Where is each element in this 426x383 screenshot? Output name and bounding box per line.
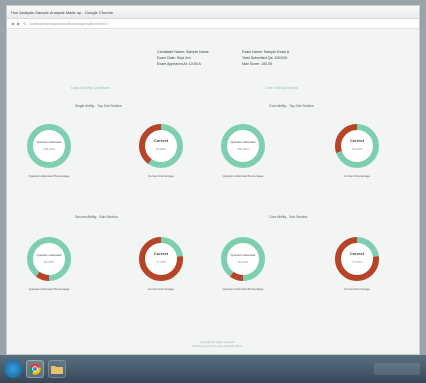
attended-donut-chart: Question Attended 90.00%	[219, 235, 267, 283]
donut-label: Correct	[153, 138, 169, 143]
donut-value: 40.00%	[155, 147, 167, 151]
donut-label: Correct	[349, 251, 365, 256]
forward-icon[interactable]: ▶	[17, 21, 20, 26]
window-title: Hue Analysis Sample Analysis Made up - G…	[11, 9, 114, 15]
summary-row: Exam Date: Sept 2xx	[157, 56, 191, 60]
desktop-screen: Hue Analysis Sample Analysis Made up - G…	[0, 0, 426, 383]
donut-label: Question Attended	[230, 140, 256, 144]
donut-value: 90.00%	[43, 260, 55, 264]
donut-label: Question Attended	[230, 253, 256, 257]
donut-label: Correct	[349, 138, 365, 143]
donut-caption: Question Attended Percentage	[28, 174, 70, 178]
donut-track	[27, 124, 71, 168]
donut-value: 90.00%	[237, 260, 249, 264]
summary-row: Exam Name: Sample Exam A	[242, 50, 290, 54]
folder-icon[interactable]	[48, 360, 66, 378]
chrome-icon[interactable]	[26, 360, 44, 378]
group-title: Core Ability - Sub Section	[269, 215, 308, 219]
correct-donut-chart: Correct 40.00%	[137, 122, 185, 170]
donut-value: 100.00%	[43, 147, 55, 151]
correct-donut-chart: Correct 77.00%	[333, 235, 381, 283]
section-title-right: Core Skill Questions	[265, 86, 298, 90]
donut-caption: Correct Percentage	[147, 287, 174, 291]
page-footer: Copyright All rights reserved Product po…	[157, 340, 277, 348]
donut-caption: Correct Percentage	[147, 174, 174, 178]
donut-value: 77.00%	[155, 260, 167, 264]
donut-caption: Question Attended Percentage	[222, 287, 264, 291]
system-tray[interactable]	[374, 363, 420, 375]
page-content: Candidate Name: Sample Name Exam Name: S…	[7, 30, 419, 354]
donut-label: Question Attended	[36, 140, 62, 144]
url-text[interactable]: localhost/hue/analysis/result/summary/re…	[30, 22, 109, 26]
taskbar	[0, 355, 426, 383]
attended-donut-chart: Question Attended 100.00%	[219, 122, 267, 170]
donut-track	[27, 237, 71, 281]
donut-track	[221, 124, 265, 168]
summary-info: Candidate Name: Sample Name Exam Name: S…	[157, 50, 317, 66]
donut-caption: Question Attended Percentage	[222, 174, 264, 178]
group-title: Single Ability - Top Sub Section	[75, 104, 122, 108]
donut-caption: Correct Percentage	[343, 287, 370, 291]
summary-row: Candidate Name: Sample Name	[157, 50, 209, 54]
reload-icon[interactable]: ↻	[23, 21, 26, 26]
summary-row: Max Score: 100.00	[242, 62, 273, 66]
footer-line: Product powered by Hue Analysis 2013	[192, 344, 242, 348]
summary-row: Total Submitted Qs: 100/100	[242, 56, 288, 60]
browser-window: Hue Analysis Sample Analysis Made up - G…	[6, 5, 420, 355]
attended-donut-chart: Question Attended 100.00%	[25, 122, 73, 170]
address-bar[interactable]: ◀ ▶ ↻ localhost/hue/analysis/result/summ…	[7, 19, 419, 29]
donut-value: 100.00%	[237, 147, 249, 151]
section-title-left: Logical Ability Questions	[71, 86, 110, 90]
donut-label: Correct	[153, 251, 169, 256]
donut-label: Question Attended	[36, 253, 62, 257]
donut-value: 77.00%	[351, 260, 363, 264]
windows-start-icon[interactable]	[4, 360, 22, 378]
donut-caption: Question Attended Percentage	[28, 287, 70, 291]
correct-donut-chart: Correct 30.00%	[333, 122, 381, 170]
group-title: Second Ability - Sub Section	[75, 215, 118, 219]
attended-donut-chart: Question Attended 90.00%	[25, 235, 73, 283]
donut-caption: Correct Percentage	[343, 174, 370, 178]
group-title: Core Ability - Top Sub Section	[269, 104, 314, 108]
summary-row: Exam Appeared At: 10:00 A	[157, 62, 201, 66]
back-icon[interactable]: ◀	[11, 21, 14, 26]
browser-titlebar: Hue Analysis Sample Analysis Made up - G…	[7, 6, 419, 19]
donut-value: 30.00%	[351, 147, 363, 151]
correct-donut-chart: Correct 77.00%	[137, 235, 185, 283]
donut-track	[221, 237, 265, 281]
